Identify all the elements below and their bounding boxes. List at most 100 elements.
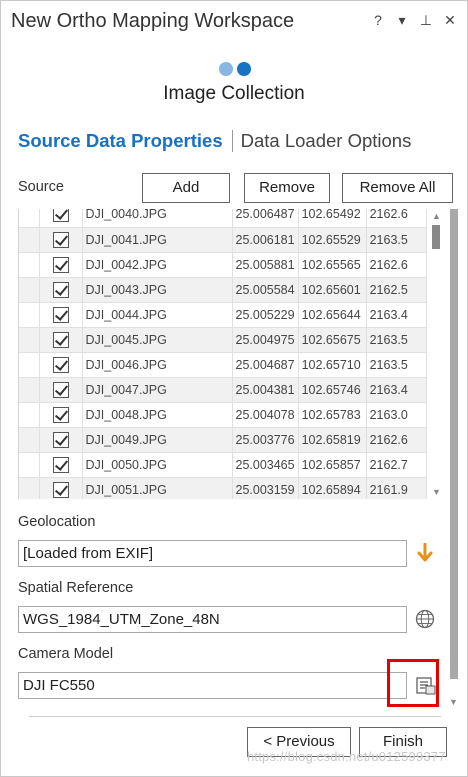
title-bar: New Ortho Mapping Workspace ? ▾ ⊥ ✕: [1, 1, 467, 45]
row-checkbox[interactable]: [39, 277, 83, 303]
checkbox-checked-icon[interactable]: [52, 306, 69, 323]
table-row[interactable]: DJI_0044.JPG 25.005229 102.65644 2163.4: [19, 302, 427, 328]
elevation-cell: 2163.5: [366, 227, 427, 253]
table-row[interactable]: DJI_0040.JPG 25.006487 102.65492 2162.6: [19, 209, 427, 228]
table-row[interactable]: DJI_0048.JPG 25.004078 102.65783 2163.0: [19, 402, 427, 428]
longitude-cell: 102.65710: [298, 352, 367, 378]
checkbox-checked-icon[interactable]: [52, 431, 69, 448]
scroll-up-icon[interactable]: ▲: [432, 211, 441, 221]
latitude-cell: 25.003776: [232, 427, 299, 453]
checkbox-checked-icon[interactable]: [52, 209, 69, 223]
image-name-cell: DJI_0048.JPG: [82, 402, 233, 428]
checkbox-checked-icon[interactable]: [52, 231, 69, 248]
camera-model-field[interactable]: DJI FC550: [18, 672, 407, 699]
longitude-cell: 102.65565: [298, 252, 367, 278]
add-button[interactable]: Add: [142, 173, 230, 203]
longitude-cell: 102.65783: [298, 402, 367, 428]
row-checkbox[interactable]: [39, 402, 83, 428]
longitude-cell: 102.65644: [298, 302, 367, 328]
table-row[interactable]: DJI_0050.JPG 25.003465 102.65857 2162.7: [19, 452, 427, 478]
row-checkbox[interactable]: [39, 352, 83, 378]
arrow-down-icon[interactable]: [417, 543, 433, 563]
pane-scroll-thumb[interactable]: [450, 209, 458, 679]
tab-strip: Source Data Properties Data Loader Optio…: [18, 130, 411, 152]
table-row[interactable]: DJI_0043.JPG 25.005584 102.65601 2162.5: [19, 277, 427, 303]
table-scroll-thumb[interactable]: [432, 225, 440, 249]
row-checkbox[interactable]: [39, 452, 83, 478]
checkbox-checked-icon[interactable]: [52, 256, 69, 273]
row-selector[interactable]: [19, 277, 40, 303]
globe-icon[interactable]: [415, 609, 435, 629]
row-checkbox[interactable]: [39, 377, 83, 403]
row-checkbox[interactable]: [39, 477, 83, 499]
latitude-cell: 25.005229: [232, 302, 299, 328]
pane-scroll-down-icon[interactable]: ▼: [449, 697, 458, 707]
source-images-grid: DJI_0040.JPG 25.006487 102.65492 2162.6 DJI_…: [19, 209, 427, 499]
table-row[interactable]: DJI_0041.JPG 25.006181 102.65529 2163.5: [19, 227, 427, 253]
close-icon[interactable]: ✕: [443, 12, 457, 29]
checkbox-checked-icon[interactable]: [52, 331, 69, 348]
checkbox-checked-icon[interactable]: [52, 356, 69, 373]
row-checkbox[interactable]: [39, 227, 83, 253]
row-checkbox[interactable]: [39, 302, 83, 328]
row-selector[interactable]: [19, 352, 40, 378]
image-name-cell: DJI_0046.JPG: [82, 352, 233, 378]
latitude-cell: 25.006487: [232, 209, 299, 228]
tab-source-data-properties[interactable]: Source Data Properties: [18, 130, 223, 152]
elevation-cell: 2163.4: [366, 302, 427, 328]
checkbox-checked-icon[interactable]: [52, 456, 69, 473]
table-row[interactable]: DJI_0049.JPG 25.003776 102.65819 2162.6: [19, 427, 427, 453]
table-row[interactable]: DJI_0047.JPG 25.004381 102.65746 2163.4: [19, 377, 427, 403]
row-selector[interactable]: [19, 302, 40, 328]
elevation-cell: 2163.4: [366, 377, 427, 403]
source-images-table: DJI_0040.JPG 25.006487 102.65492 2162.6 DJI_…: [18, 209, 444, 499]
image-name-cell: DJI_0049.JPG: [82, 427, 233, 453]
row-selector[interactable]: [19, 252, 40, 278]
help-icon[interactable]: ?: [371, 12, 385, 29]
dropdown-icon[interactable]: ▾: [395, 12, 409, 29]
longitude-cell: 102.65492: [298, 209, 367, 228]
table-row[interactable]: DJI_0046.JPG 25.004687 102.65710 2163.5: [19, 352, 427, 378]
geolocation-field[interactable]: [Loaded from EXIF]: [18, 540, 407, 567]
spatial-reference-field[interactable]: WGS_1984_UTM_Zone_48N: [18, 606, 407, 633]
row-selector[interactable]: [19, 209, 40, 228]
checkbox-checked-icon[interactable]: [52, 481, 69, 498]
table-scrollbar[interactable]: ▲ ▼: [429, 209, 443, 499]
row-checkbox[interactable]: [39, 427, 83, 453]
longitude-cell: 102.65857: [298, 452, 367, 478]
row-selector[interactable]: [19, 477, 40, 499]
remove-all-button[interactable]: Remove All: [342, 173, 453, 203]
checkbox-checked-icon[interactable]: [52, 381, 69, 398]
spatial-reference-label: Spatial Reference: [18, 580, 134, 596]
row-selector[interactable]: [19, 377, 40, 403]
longitude-cell: 102.65601: [298, 277, 367, 303]
tab-data-loader-options[interactable]: Data Loader Options: [241, 130, 412, 152]
longitude-cell: 102.65529: [298, 227, 367, 253]
step-indicator: [219, 62, 251, 76]
row-checkbox[interactable]: [39, 327, 83, 353]
table-row[interactable]: DJI_0042.JPG 25.005881 102.65565 2162.6: [19, 252, 427, 278]
checkbox-checked-icon[interactable]: [52, 406, 69, 423]
row-selector[interactable]: [19, 402, 40, 428]
table-row[interactable]: DJI_0051.JPG 25.003159 102.65894 2161.9: [19, 477, 427, 499]
latitude-cell: 25.004381: [232, 377, 299, 403]
image-name-cell: DJI_0051.JPG: [82, 477, 233, 499]
elevation-cell: 2163.5: [366, 352, 427, 378]
scroll-down-icon[interactable]: ▼: [432, 487, 441, 497]
checkbox-checked-icon[interactable]: [52, 281, 69, 298]
source-label: Source: [18, 179, 64, 195]
camera-model-label: Camera Model: [18, 646, 114, 662]
latitude-cell: 25.004078: [232, 402, 299, 428]
pin-icon[interactable]: ⊥: [419, 12, 433, 29]
row-selector[interactable]: [19, 427, 40, 453]
latitude-cell: 25.005584: [232, 277, 299, 303]
pane-scrollbar[interactable]: ▼: [447, 209, 461, 729]
remove-button[interactable]: Remove: [244, 173, 330, 203]
row-selector[interactable]: [19, 227, 40, 253]
row-selector[interactable]: [19, 452, 40, 478]
table-row[interactable]: DJI_0045.JPG 25.004975 102.65675 2163.5: [19, 327, 427, 353]
elevation-cell: 2163.0: [366, 402, 427, 428]
row-checkbox[interactable]: [39, 252, 83, 278]
row-selector[interactable]: [19, 327, 40, 353]
row-checkbox[interactable]: [39, 209, 83, 228]
